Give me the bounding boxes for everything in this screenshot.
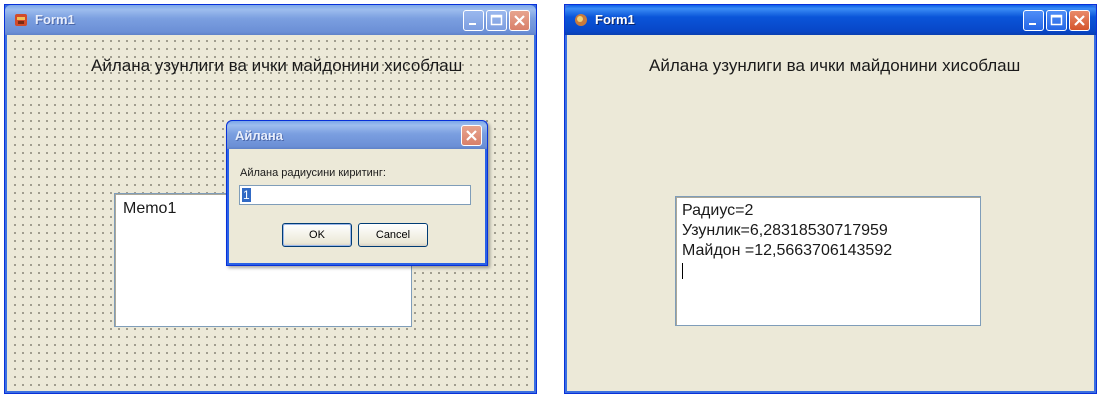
memo-line-area: Майдон =12,5663706143592	[682, 242, 893, 259]
dialog-title: Айлана	[235, 128, 283, 143]
delphi-app-icon	[575, 14, 587, 26]
maximize-icon	[1050, 14, 1063, 26]
dialog-titlebar[interactable]: Айлана	[227, 121, 487, 149]
minimize-button[interactable]	[463, 10, 484, 31]
maximize-button[interactable]	[1046, 10, 1067, 31]
text-caret	[682, 263, 683, 279]
ok-button[interactable]: OK	[282, 223, 352, 247]
minimize-button[interactable]	[1023, 10, 1044, 31]
form1-runtime-window: Form1 Айлана узунлиги ва ички майдонини …	[564, 4, 1097, 394]
form1-runtime-titlebar[interactable]: Form1	[565, 5, 1096, 35]
maximize-button[interactable]	[486, 10, 507, 31]
radius-input-value: 1	[242, 188, 251, 202]
form1-design-titlebar[interactable]: Form1	[5, 5, 536, 35]
maximize-icon	[490, 14, 503, 26]
radius-input[interactable]: 1	[239, 185, 471, 205]
close-button[interactable]	[1069, 10, 1090, 31]
window-title: Form1	[35, 12, 75, 27]
memo-line-length: Узунлик=6,28318530717959	[682, 222, 888, 239]
memo-text: Memo1	[123, 200, 177, 217]
delphi-app-icon	[15, 14, 27, 26]
window-title: Form1	[595, 12, 635, 27]
close-icon	[514, 15, 525, 26]
minimize-icon	[1029, 23, 1036, 25]
memo-box[interactable]: Радиус=2 Узунлик=6,28318530717959 Майдон…	[675, 196, 981, 326]
close-icon	[466, 130, 477, 141]
form1-design-window: Form1 Айлана узунлиги ва ички майдонини …	[4, 4, 537, 394]
heading-label: Айлана узунлиги ва ички майдонини хисобл…	[91, 56, 463, 75]
input-dialog: Айлана Айлана радиусини киритинг: 1 OK C…	[226, 120, 488, 266]
dialog-prompt: Айлана радиусини киритинг:	[240, 167, 386, 179]
close-icon	[1074, 15, 1085, 26]
minimize-icon	[469, 23, 476, 25]
close-button[interactable]	[509, 10, 530, 31]
heading-label: Айлана узунлиги ва ички майдонини хисобл…	[649, 56, 1021, 75]
memo-line-radius: Радиус=2	[682, 202, 754, 219]
dialog-close-button[interactable]	[461, 125, 482, 146]
cancel-button[interactable]: Cancel	[358, 223, 428, 247]
